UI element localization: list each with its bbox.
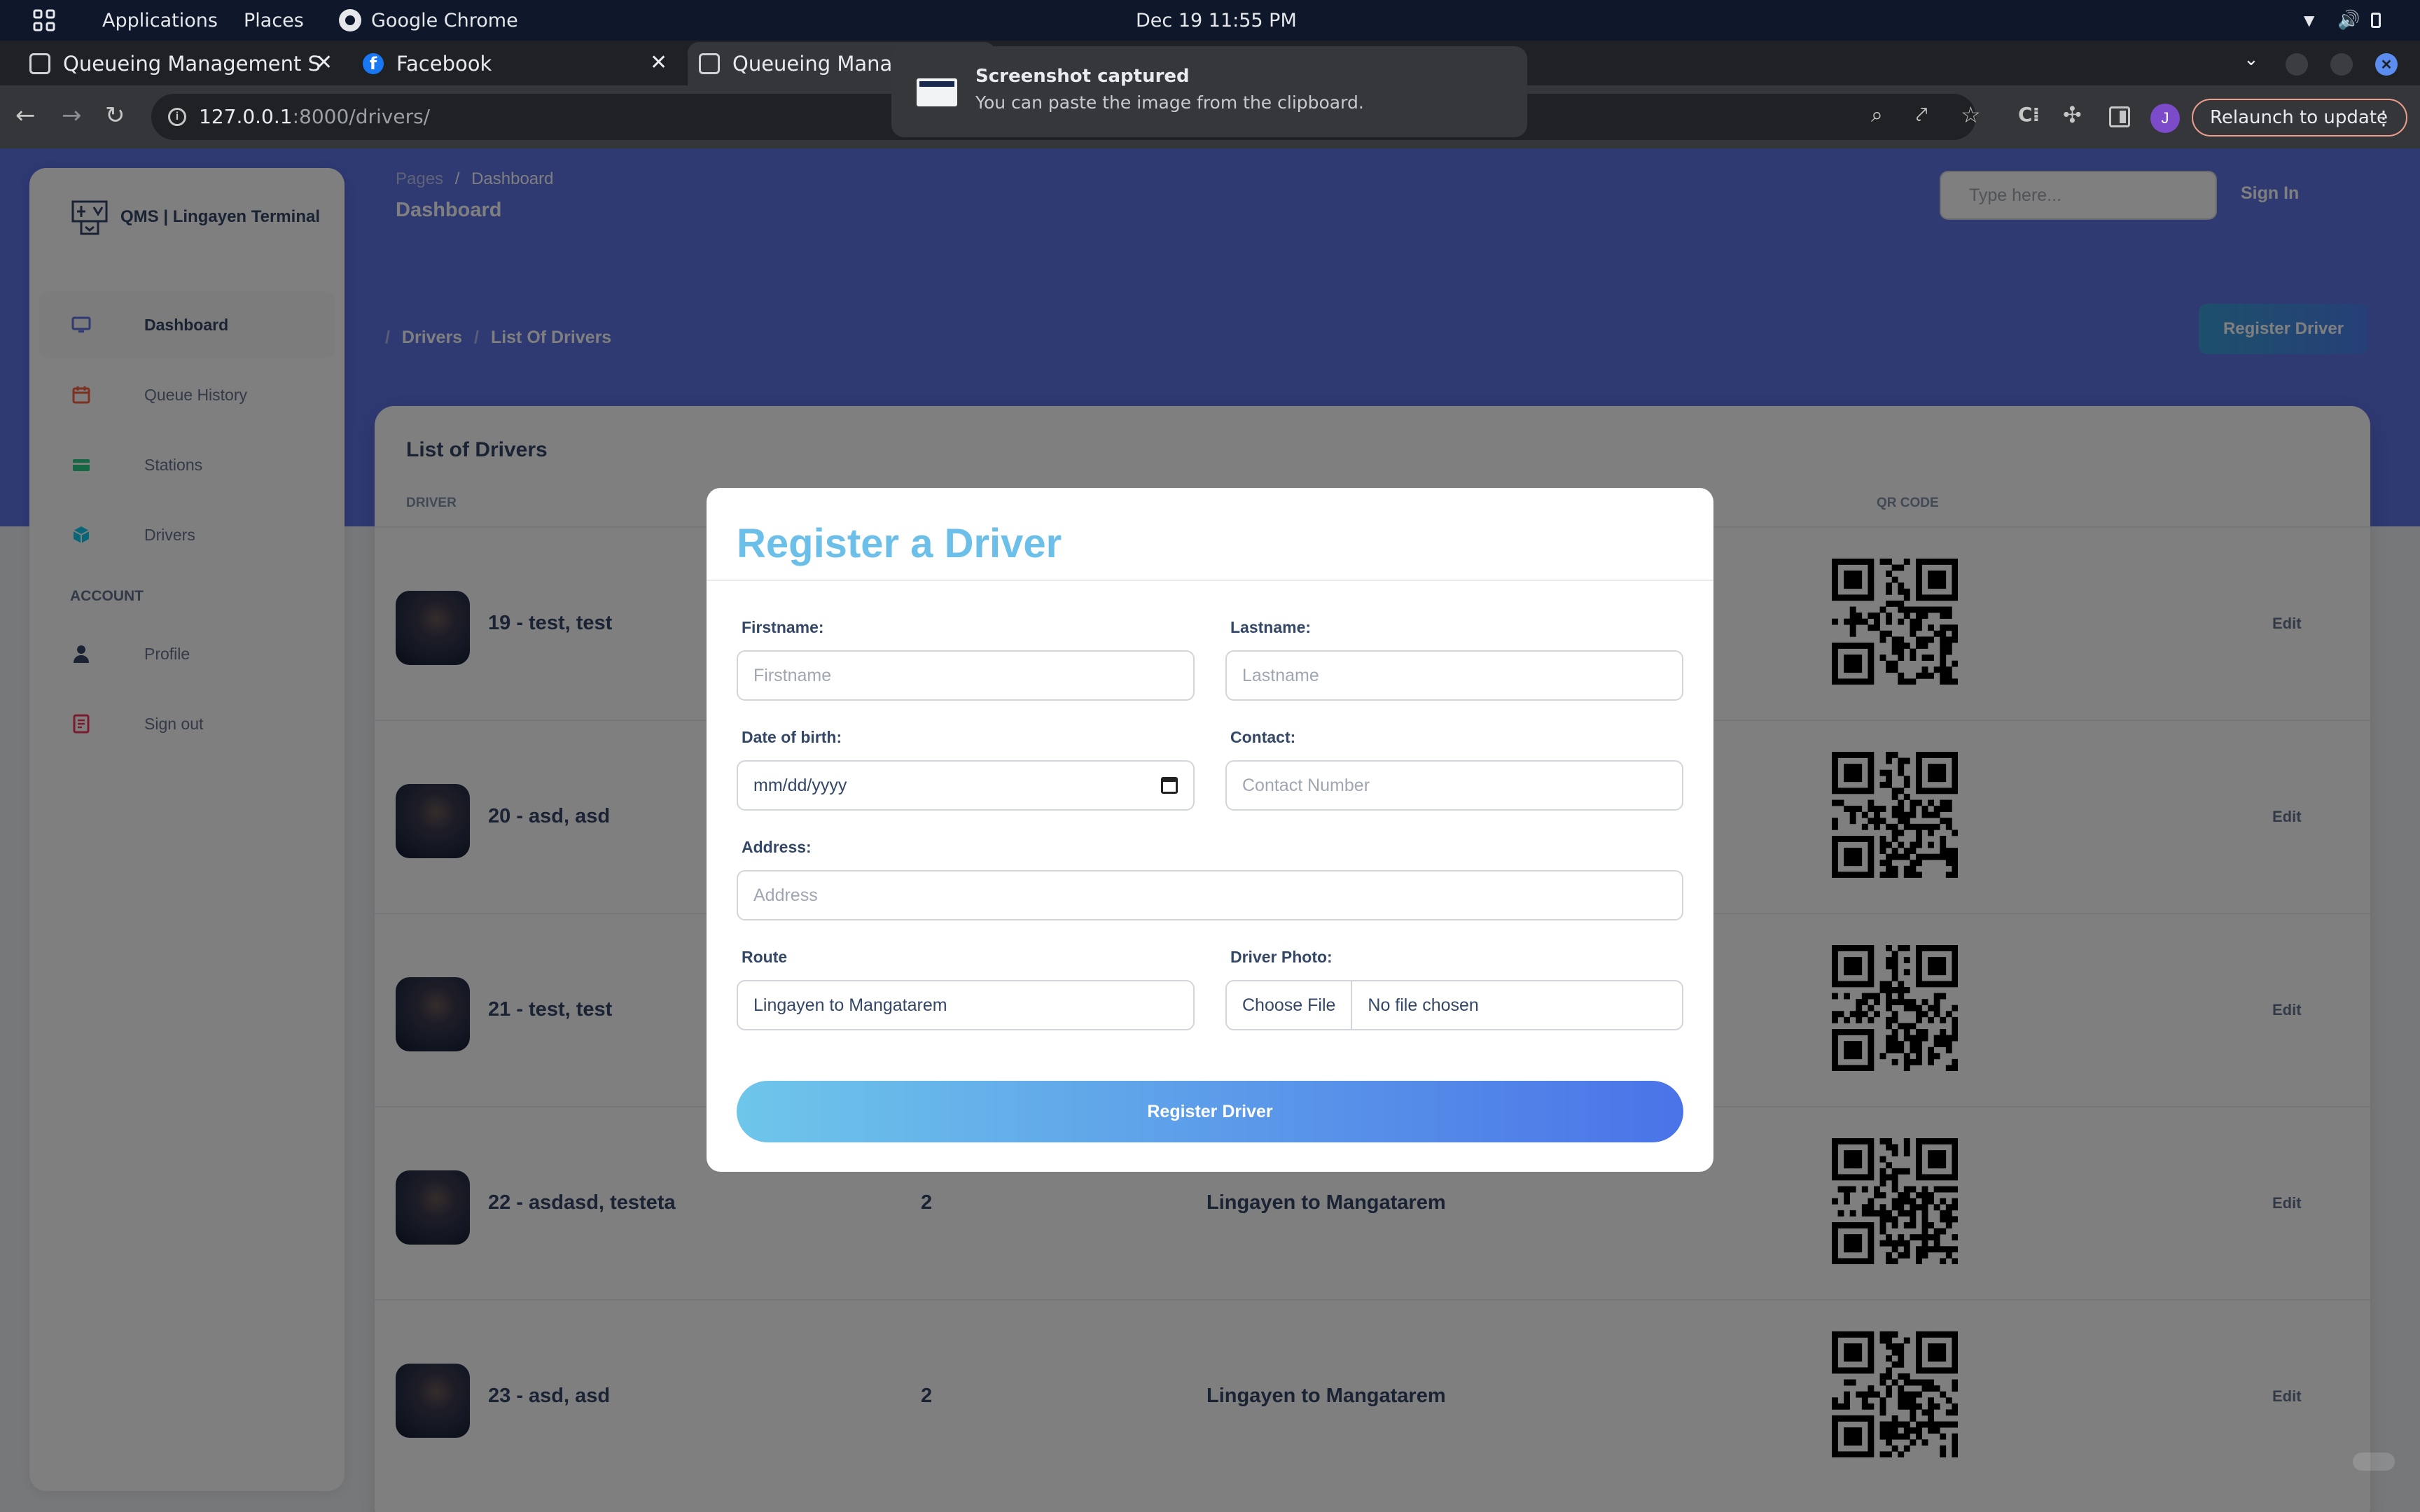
qms-favicon-icon bbox=[29, 53, 50, 74]
submit-register-button[interactable]: Register Driver bbox=[737, 1081, 1683, 1142]
lastname-input[interactable]: Lastname bbox=[1225, 650, 1683, 701]
scroll-indicator bbox=[2353, 1452, 2395, 1471]
zoom-icon[interactable]: ⌕ bbox=[1871, 105, 1883, 126]
facebook-icon: f bbox=[363, 53, 384, 74]
close-window-icon[interactable]: ✕ bbox=[2375, 53, 2398, 76]
tab-label: Queueing Management S bbox=[63, 52, 321, 76]
places-menu[interactable]: Places bbox=[244, 0, 304, 41]
applications-menu[interactable]: Applications bbox=[102, 0, 218, 41]
bookmark-star-icon[interactable]: ☆ bbox=[1961, 104, 1981, 126]
reload-icon[interactable]: ↻ bbox=[105, 104, 125, 127]
address-input[interactable]: Address bbox=[737, 870, 1683, 920]
side-panel-icon[interactable] bbox=[2109, 106, 2130, 127]
relaunch-button[interactable]: Relaunch to update ⋮ bbox=[2192, 99, 2407, 136]
contact-input[interactable]: Contact Number bbox=[1225, 760, 1683, 811]
system-top-bar: Applications Places Google Chrome Dec 19… bbox=[0, 0, 2420, 41]
notification-body: You can paste the image from the clipboa… bbox=[975, 92, 1364, 113]
tab-facebook[interactable]: f Facebook bbox=[359, 42, 674, 85]
forward-icon[interactable]: → bbox=[62, 104, 82, 127]
site-info-icon[interactable]: i bbox=[168, 108, 186, 126]
close-tab-icon[interactable]: ✕ bbox=[315, 50, 333, 75]
lastname-label: Lastname: bbox=[1230, 618, 1312, 636]
firstname-input[interactable]: Firstname bbox=[737, 650, 1195, 701]
tab-search-chevron-icon[interactable]: ⌄ bbox=[2244, 49, 2259, 70]
extension-icon[interactable]: C⁞ bbox=[2018, 105, 2040, 125]
chrome-icon bbox=[339, 9, 361, 31]
active-app-label: Google Chrome bbox=[371, 9, 518, 31]
tab-label: Facebook bbox=[396, 52, 492, 76]
share-icon[interactable]: ⤤ bbox=[1916, 105, 1928, 126]
profile-avatar[interactable]: J bbox=[2150, 104, 2180, 133]
screenshot-thumbnail-icon bbox=[917, 78, 957, 106]
minimize-window-icon[interactable] bbox=[2286, 53, 2308, 76]
route-label: Route bbox=[742, 948, 788, 966]
app-grid-icon[interactable] bbox=[32, 0, 56, 41]
wifi-icon[interactable]: ▼ bbox=[2304, 0, 2314, 41]
photo-file-input[interactable]: Choose File No file chosen bbox=[1225, 980, 1683, 1030]
route-select[interactable]: Lingayen to Mangatarem bbox=[737, 980, 1195, 1030]
dob-input[interactable]: mm/dd/yyyy bbox=[737, 760, 1195, 811]
contact-label: Contact: bbox=[1230, 728, 1296, 746]
dob-value: mm/dd/yyyy bbox=[753, 775, 847, 795]
volume-icon[interactable]: 🔊 bbox=[2337, 0, 2360, 41]
qms-favicon-icon bbox=[699, 53, 720, 74]
url-text[interactable]: 127.0.0.1:8000/drivers/ bbox=[199, 105, 430, 128]
active-app-menu[interactable]: Google Chrome bbox=[339, 0, 518, 41]
photo-label: Driver Photo: bbox=[1230, 948, 1333, 966]
maximize-window-icon[interactable] bbox=[2330, 53, 2353, 76]
modal-divider bbox=[707, 580, 1713, 581]
tab-queueing-1[interactable]: Queueing Management S bbox=[15, 42, 345, 85]
modal-title: Register a Driver bbox=[737, 521, 1062, 566]
notification-title: Screenshot captured bbox=[975, 66, 1190, 87]
address-label: Address: bbox=[742, 838, 812, 856]
calendar-picker-icon[interactable] bbox=[1161, 777, 1178, 794]
choose-file-button[interactable]: Choose File bbox=[1227, 981, 1353, 1029]
dob-label: Date of birth: bbox=[742, 728, 842, 746]
clock[interactable]: Dec 19 11:55 PM bbox=[1136, 0, 1297, 41]
file-status: No file chosen bbox=[1368, 995, 1479, 1015]
tab-label: Queueing Manage bbox=[732, 52, 918, 76]
firstname-label: Firstname: bbox=[742, 618, 824, 636]
screenshot-notification[interactable]: Screenshot captured You can paste the im… bbox=[891, 46, 1527, 137]
more-icon: ⋮ bbox=[2374, 106, 2393, 130]
register-driver-modal: Register a Driver Firstname: Firstname L… bbox=[707, 488, 1713, 1172]
extensions-puzzle-icon[interactable]: ✣ bbox=[2063, 104, 2082, 126]
close-tab-icon[interactable]: ✕ bbox=[650, 50, 667, 75]
relaunch-label: Relaunch to update bbox=[2210, 107, 2388, 128]
back-icon[interactable]: ← bbox=[15, 104, 36, 127]
power-icon[interactable] bbox=[2371, 0, 2381, 41]
